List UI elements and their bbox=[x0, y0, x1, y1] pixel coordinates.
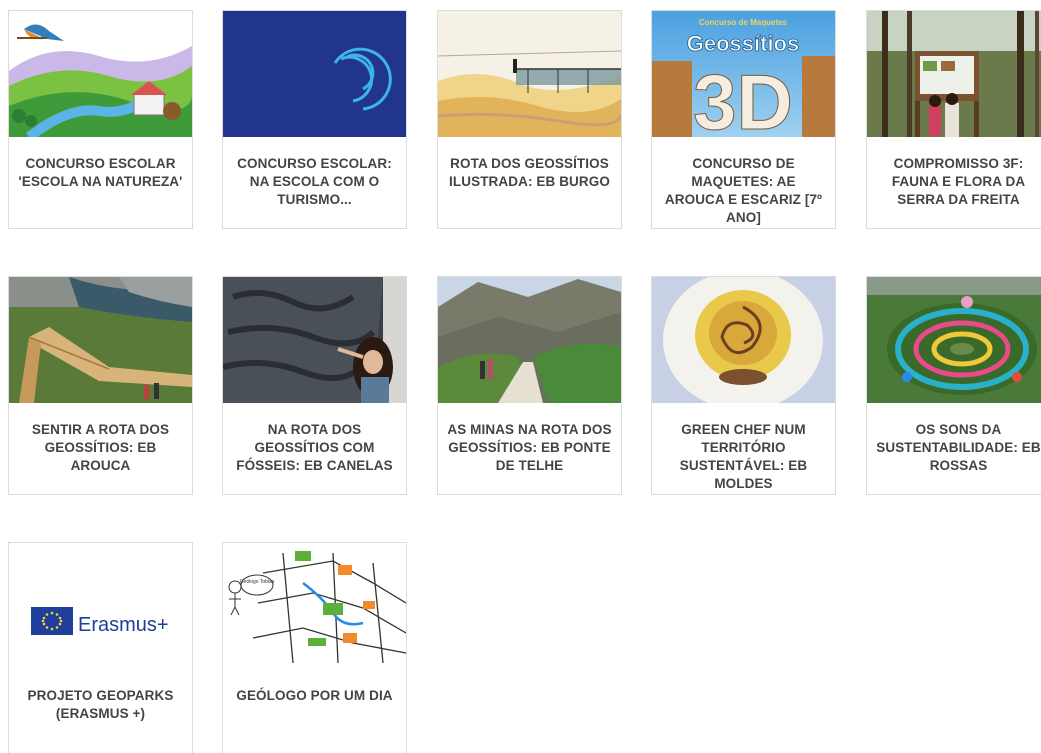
card-title[interactable]: CONCURSO ESCOLAR 'ESCOLA NA NATUREZA' bbox=[17, 155, 184, 191]
erasmus-logo-image: Erasmus+ bbox=[9, 543, 192, 669]
project-card[interactable]: CONCURSO ESCOLAR: NA ESCOLA COM O TURISM… bbox=[222, 10, 407, 229]
project-card[interactable]: Concurso de Maquetes Geossítios 3D CONCU… bbox=[651, 10, 836, 229]
project-card[interactable]: COMPROMISSO 3F: FAUNA E FLORA DA SERRA D… bbox=[866, 10, 1041, 229]
project-card[interactable]: CONCURSO ESCOLAR 'ESCOLA NA NATUREZA' bbox=[8, 10, 193, 229]
project-card[interactable]: GREEN CHEF NUM TERRITÓRIO SUSTENTÁVEL: E… bbox=[651, 276, 836, 495]
project-card[interactable]: ROTA DOS GEOSSÍTIOS ILUSTRADA: EB BURGO bbox=[437, 10, 622, 229]
card-image[interactable] bbox=[867, 11, 1041, 137]
card-title[interactable]: GEÓLOGO POR UM DIA bbox=[231, 687, 398, 705]
geossitios-3d-image: Concurso de Maquetes Geossítios 3D bbox=[652, 11, 835, 137]
card-title[interactable]: PROJETO GEOPARKS (ERASMUS +) bbox=[17, 687, 184, 723]
card-image[interactable] bbox=[438, 277, 621, 403]
project-card[interactable]: Erasmus+ PROJETO GEOPARKS (ERASMUS +) bbox=[8, 542, 193, 753]
card-image[interactable] bbox=[9, 277, 192, 403]
wooden-walkway-image bbox=[9, 277, 192, 403]
card-title[interactable]: CONCURSO ESCOLAR: NA ESCOLA COM O TURISM… bbox=[231, 155, 398, 209]
children-circle-image bbox=[867, 277, 1041, 403]
map-speech-bubble-text: Geólogo Tobias bbox=[240, 579, 275, 585]
card-image[interactable]: Geólogo Tobias bbox=[223, 543, 406, 669]
hand-drawn-map-image: Geólogo Tobias bbox=[223, 543, 406, 669]
forest-sign-image bbox=[867, 11, 1041, 137]
card-title[interactable]: COMPROMISSO 3F: FAUNA E FLORA DA SERRA D… bbox=[875, 155, 1041, 209]
card-image[interactable] bbox=[223, 277, 406, 403]
poster-mid-text: Geossítios bbox=[687, 31, 799, 56]
erasmus-logo-text: Erasmus+ bbox=[78, 614, 169, 636]
card-image[interactable]: Concurso de Maquetes Geossítios 3D bbox=[652, 11, 835, 137]
mountain-path-image bbox=[438, 277, 621, 403]
project-card[interactable]: NA ROTA DOS GEOSSÍTIOS COM FÓSSEIS: EB C… bbox=[222, 276, 407, 495]
card-title[interactable]: SENTIR A ROTA DOS GEOSSÍTIOS: EB AROUCA bbox=[17, 421, 184, 475]
card-title[interactable]: GREEN CHEF NUM TERRITÓRIO SUSTENTÁVEL: E… bbox=[660, 421, 827, 493]
project-card[interactable]: SENTIR A ROTA DOS GEOSSÍTIOS: EB AROUCA bbox=[8, 276, 193, 495]
poster-big-text: 3D bbox=[693, 58, 793, 137]
blue-logo-image bbox=[223, 11, 406, 137]
card-title[interactable]: OS SONS DA SUSTENTABILIDADE: EB ROSSAS bbox=[875, 421, 1041, 475]
project-card[interactable]: Geólogo Tobias GEÓLOGO POR UM DIA bbox=[222, 542, 407, 753]
kingfisher-landscape-image bbox=[9, 11, 192, 137]
project-card[interactable]: AS MINAS NA ROTA DOS GEOSSÍTIOS: EB PONT… bbox=[437, 276, 622, 495]
card-image[interactable] bbox=[438, 11, 621, 137]
card-title[interactable]: ROTA DOS GEOSSÍTIOS ILUSTRADA: EB BURGO bbox=[446, 155, 613, 191]
card-image[interactable] bbox=[9, 11, 192, 137]
poster-top-text: Concurso de Maquetes bbox=[699, 18, 788, 27]
card-image[interactable] bbox=[867, 277, 1041, 403]
rose-dish-image bbox=[652, 277, 835, 403]
walkway-illustration-image bbox=[438, 11, 621, 137]
card-image[interactable] bbox=[652, 277, 835, 403]
project-card[interactable]: OS SONS DA SUSTENTABILIDADE: EB ROSSAS bbox=[866, 276, 1041, 495]
card-title[interactable]: AS MINAS NA ROTA DOS GEOSSÍTIOS: EB PONT… bbox=[446, 421, 613, 475]
card-title[interactable]: CONCURSO DE MAQUETES: AE AROUCA E ESCARI… bbox=[660, 155, 827, 227]
card-image[interactable]: Erasmus+ bbox=[9, 543, 192, 669]
card-image[interactable] bbox=[223, 11, 406, 137]
card-title[interactable]: NA ROTA DOS GEOSSÍTIOS COM FÓSSEIS: EB C… bbox=[231, 421, 398, 475]
eu-flag-icon bbox=[31, 607, 73, 635]
fossil-wall-image bbox=[223, 277, 406, 403]
